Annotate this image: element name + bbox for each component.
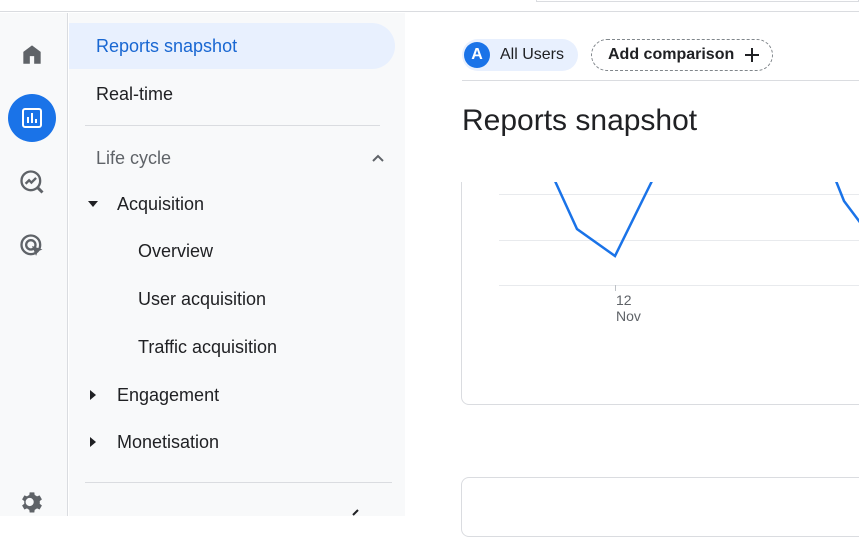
sidebar-item-real-time[interactable]: Real-time xyxy=(69,71,395,117)
caret-down-icon xyxy=(83,198,103,210)
plus-icon xyxy=(745,48,760,62)
reports-sidebar: Reports snapshot Real-time Life cycle Ac… xyxy=(69,13,405,516)
target-cursor-icon xyxy=(20,234,43,256)
add-comparison-label: Add comparison xyxy=(608,46,735,63)
advertising-button[interactable] xyxy=(8,222,56,270)
section-life-cycle[interactable]: Life cycle xyxy=(96,143,386,173)
tree-item-acquisition[interactable]: Acquisition xyxy=(83,184,204,224)
sub-item-label: Traffic acquisition xyxy=(138,336,278,357)
sub-item-label: User acquisition xyxy=(138,288,267,309)
series-line-segment xyxy=(834,180,859,224)
segment-avatar: A xyxy=(464,42,490,68)
bar-chart-icon xyxy=(22,108,42,128)
add-comparison-button[interactable]: Add comparison xyxy=(591,39,774,71)
top-search-box[interactable] xyxy=(536,0,859,2)
sidebar-item-user-acquisition[interactable]: User acquisition xyxy=(138,279,266,319)
chart-card: 12 Nov xyxy=(461,150,859,405)
line-series xyxy=(553,180,859,258)
chevron-up-icon xyxy=(372,154,384,162)
x-tick-label: 12 Nov xyxy=(616,292,641,324)
home-button[interactable] xyxy=(8,30,56,78)
section-label: Life cycle xyxy=(96,147,172,168)
sticky-header-mask xyxy=(405,150,859,182)
sidebar-item-overview[interactable]: Overview xyxy=(138,231,213,271)
tree-item-label: Engagement xyxy=(117,384,220,405)
tree-item-label: Acquisition xyxy=(117,193,205,214)
sidebar-divider xyxy=(85,482,392,483)
left-rail xyxy=(0,13,68,516)
sidebar-item-traffic-acquisition[interactable]: Traffic acquisition xyxy=(138,327,277,367)
sidebar-item-reports-snapshot[interactable]: Reports snapshot xyxy=(69,23,395,69)
sub-item-label: Overview xyxy=(138,240,214,261)
home-icon xyxy=(23,45,41,64)
caret-right-icon xyxy=(83,389,103,401)
sidebar-item-label: Real-time xyxy=(96,83,174,104)
explore-icon xyxy=(20,170,44,194)
reports-button[interactable] xyxy=(8,94,56,142)
explore-button[interactable] xyxy=(8,158,56,206)
segment-chip-all-users[interactable]: A All Users xyxy=(462,39,579,71)
sidebar-item-label: Reports snapshot xyxy=(96,35,238,56)
sidebar-divider xyxy=(85,125,380,126)
secondary-card xyxy=(461,477,859,537)
tree-item-engagement[interactable]: Engagement xyxy=(83,375,219,415)
header-divider xyxy=(462,80,859,81)
tree-item-label: Monetisation xyxy=(117,431,220,452)
tree-item-monetisation[interactable]: Monetisation xyxy=(83,422,219,462)
segment-label: All Users xyxy=(500,46,565,63)
admin-button[interactable] xyxy=(8,478,56,526)
page-title: Reports snapshot xyxy=(462,104,698,137)
gear-icon xyxy=(22,492,42,513)
caret-right-icon xyxy=(83,436,103,448)
series-line-segment xyxy=(553,180,654,258)
x-tick-day: 12 xyxy=(616,292,632,308)
x-tick-month: Nov xyxy=(616,308,641,324)
x-tick xyxy=(615,285,616,291)
